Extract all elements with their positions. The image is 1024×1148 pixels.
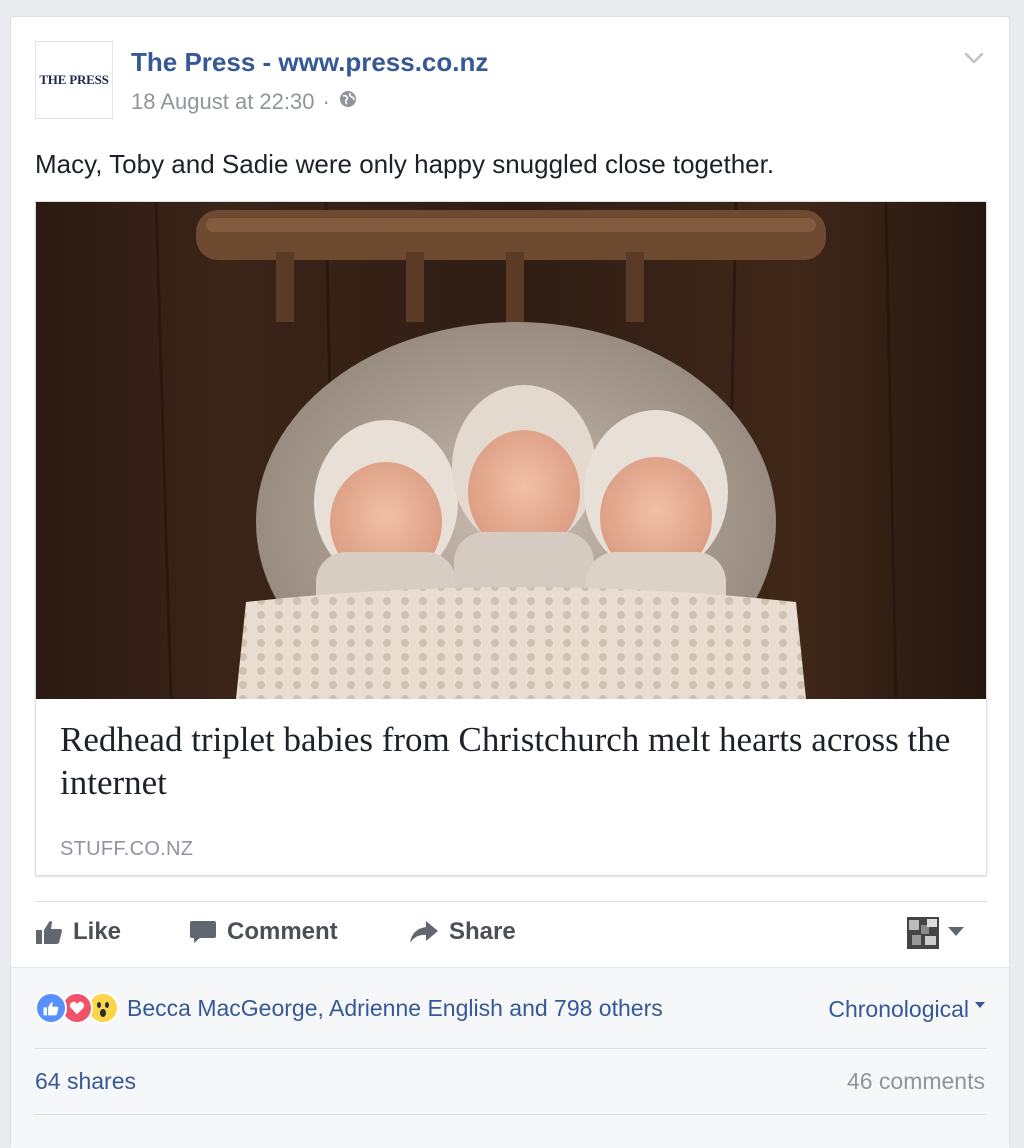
meta-separator: ·	[322, 89, 330, 114]
page-avatar[interactable]: THE PRESS	[35, 41, 113, 119]
page-logo-text: THE PRESS	[39, 72, 109, 87]
post-as-selector[interactable]	[907, 917, 965, 949]
post-footer: Becca MacGeorge, Adrienne English and 79…	[11, 967, 1009, 1148]
thumbs-up-icon	[35, 919, 63, 945]
divider	[35, 1114, 987, 1115]
comment-icon	[189, 919, 217, 945]
like-reaction-icon	[35, 992, 67, 1024]
link-preview[interactable]: Redhead triplet babies from Christchurch…	[35, 201, 987, 876]
share-arrow-icon	[409, 919, 439, 945]
comment-label: Comment	[227, 918, 338, 945]
page-name-link[interactable]: The Press - www.press.co.nz	[131, 47, 488, 78]
caret-down-icon	[947, 924, 965, 942]
comments-count-link[interactable]: 46 comments	[847, 1068, 985, 1095]
share-label: Share	[449, 918, 516, 945]
viewer-avatar	[907, 917, 939, 949]
link-domain: STUFF.CO.NZ	[60, 838, 194, 860]
reactions-summary[interactable]: Becca MacGeorge, Adrienne English and 79…	[35, 992, 663, 1024]
link-preview-photo	[36, 202, 986, 699]
like-label: Like	[73, 918, 122, 945]
sort-label: Chronological	[828, 996, 969, 1022]
globe-icon	[338, 89, 358, 115]
link-headline[interactable]: Redhead triplet babies from Christchurch…	[60, 718, 960, 804]
comment-button[interactable]: Comment	[189, 915, 338, 949]
caret-down-icon	[975, 998, 985, 1012]
shares-count-link[interactable]: 64 shares	[35, 1068, 136, 1095]
divider	[35, 1048, 987, 1049]
comment-sort-dropdown[interactable]: Chronological	[828, 996, 985, 1023]
post-meta: 18 August at 22:30 ·	[131, 89, 358, 115]
post-card: THE PRESS The Press - www.press.co.nz 18…	[10, 16, 1010, 1148]
reaction-names[interactable]: Becca MacGeorge, Adrienne English and 79…	[127, 995, 663, 1022]
share-button[interactable]: Share	[409, 915, 516, 949]
like-button[interactable]: Like	[35, 915, 121, 949]
post-timestamp[interactable]: 18 August at 22:30	[131, 89, 315, 115]
post-message: Macy, Toby and Sadie were only happy snu…	[35, 149, 775, 179]
chevron-down-icon[interactable]	[961, 45, 987, 71]
divider	[35, 901, 987, 902]
